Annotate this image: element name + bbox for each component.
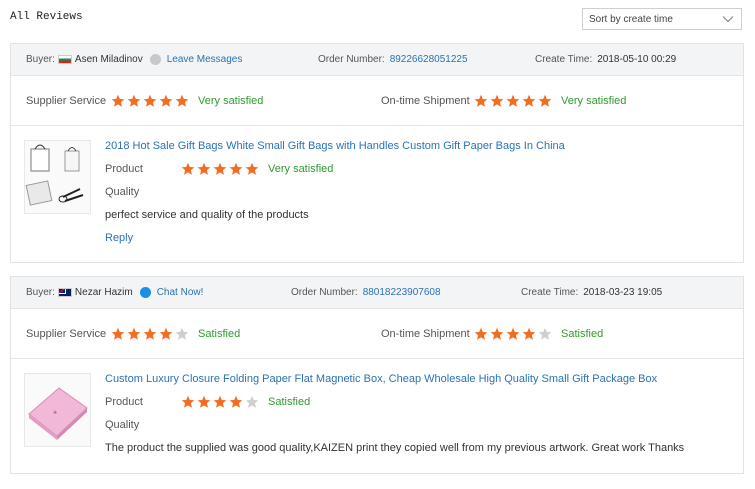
star-filled-icon <box>127 327 141 341</box>
star-filled-icon <box>111 94 125 108</box>
star-filled-icon <box>490 327 504 341</box>
star-filled-icon <box>127 94 141 108</box>
buyer-name: Nezar Hazim <box>74 287 133 298</box>
product-rating-label: Product <box>105 163 143 175</box>
quality-label: Quality <box>105 419 140 431</box>
star-filled-icon <box>143 94 157 108</box>
svg-text:❀: ❀ <box>53 410 57 416</box>
chevron-down-icon <box>721 12 735 26</box>
star-filled-icon <box>159 327 173 341</box>
star-filled-icon <box>474 327 488 341</box>
create-time-value: 2018-03-23 19:05 <box>583 287 663 298</box>
supplier-service-stars <box>111 94 189 108</box>
order-number-link[interactable]: 88018223907608 <box>363 287 441 298</box>
buyer-label: Buyer: <box>26 54 55 65</box>
quality-label: Quality <box>105 186 140 198</box>
product-rating-label: Product <box>105 396 143 408</box>
ontime-shipment-verdict: Very satisfied <box>561 95 627 107</box>
supplier-service-stars <box>111 327 189 341</box>
review-header: Buyer: Nezar Hazim Chat Now! Order Numbe… <box>11 277 743 309</box>
ontime-shipment-stars <box>474 94 552 108</box>
review-card: Buyer: Nezar Hazim Chat Now! Order Numbe… <box>10 276 744 474</box>
chat-now-link[interactable]: Chat Now! <box>157 287 204 298</box>
ontime-shipment-label: On-time Shipment <box>381 95 470 107</box>
star-filled-icon <box>229 162 243 176</box>
create-time-label: Create Time: <box>521 287 579 298</box>
product-thumbnail[interactable]: ❀ <box>24 373 91 447</box>
star-empty-icon <box>245 395 259 409</box>
star-filled-icon <box>213 162 227 176</box>
star-filled-icon <box>181 395 195 409</box>
star-filled-icon <box>245 162 259 176</box>
create-time-value: 2018-05-10 00:29 <box>597 54 677 65</box>
star-filled-icon <box>181 162 195 176</box>
leave-messages-link[interactable]: Leave Messages <box>167 54 243 65</box>
create-time-label: Create Time: <box>535 54 593 65</box>
supplier-service-verdict: Satisfied <box>198 328 241 340</box>
supplier-service-label: Supplier Service <box>26 328 107 340</box>
ontime-shipment-verdict: Satisfied <box>561 328 604 340</box>
order-number-label: Order Number: <box>291 287 358 298</box>
review-header: Buyer: Asen Miladinov Leave Messages Ord… <box>11 44 743 76</box>
supplier-service-verdict: Very satisfied <box>198 95 264 107</box>
star-filled-icon <box>522 94 536 108</box>
sort-dropdown[interactable]: Sort by create time <box>582 8 742 30</box>
star-filled-icon <box>175 94 189 108</box>
star-filled-icon <box>490 94 504 108</box>
product-title-link[interactable]: 2018 Hot Sale Gift Bags White Small Gift… <box>105 140 565 152</box>
page-title: All Reviews <box>10 11 83 23</box>
sort-dropdown-value: Sort by create time <box>589 13 673 25</box>
product-rating-verdict: Very satisfied <box>268 163 334 175</box>
ratings-row: Supplier Service Satisfied On-time Shipm… <box>11 309 743 359</box>
review-comment: perfect service and quality of the produ… <box>105 209 309 221</box>
star-filled-icon <box>538 94 552 108</box>
star-filled-icon <box>474 94 488 108</box>
star-filled-icon <box>506 94 520 108</box>
star-filled-icon <box>143 327 157 341</box>
star-filled-icon <box>197 395 211 409</box>
order-number-link[interactable]: 89226628051225 <box>390 54 468 65</box>
star-filled-icon <box>159 94 173 108</box>
star-filled-icon <box>111 327 125 341</box>
star-empty-icon <box>175 327 189 341</box>
star-empty-icon <box>538 327 552 341</box>
review-comment: The product the supplied was good qualit… <box>105 442 685 454</box>
star-filled-icon <box>506 327 520 341</box>
order-number-label: Order Number: <box>318 54 385 65</box>
product-thumbnail[interactable] <box>24 140 91 214</box>
product-title-link[interactable]: Custom Luxury Closure Folding Paper Flat… <box>105 373 657 385</box>
online-chat-icon <box>139 287 151 298</box>
ontime-shipment-stars <box>474 327 552 341</box>
bulgaria-flag-icon <box>57 55 72 64</box>
ratings-row: Supplier Service Very satisfied On-time … <box>11 76 743 126</box>
star-filled-icon <box>229 395 243 409</box>
star-filled-icon <box>213 395 227 409</box>
review-card: Buyer: Asen Miladinov Leave Messages Ord… <box>10 43 744 263</box>
star-filled-icon <box>522 327 536 341</box>
reply-link[interactable]: Reply <box>105 232 133 244</box>
offline-status-icon <box>149 54 161 65</box>
buyer-label: Buyer: <box>26 287 55 298</box>
star-filled-icon <box>197 162 211 176</box>
supplier-service-label: Supplier Service <box>26 95 107 107</box>
product-rating-stars <box>181 395 259 409</box>
product-rating-verdict: Satisfied <box>268 396 311 408</box>
ontime-shipment-label: On-time Shipment <box>381 328 470 340</box>
australia-flag-icon <box>57 288 72 297</box>
product-rating-stars <box>181 162 259 176</box>
buyer-name: Asen Miladinov <box>74 54 143 65</box>
